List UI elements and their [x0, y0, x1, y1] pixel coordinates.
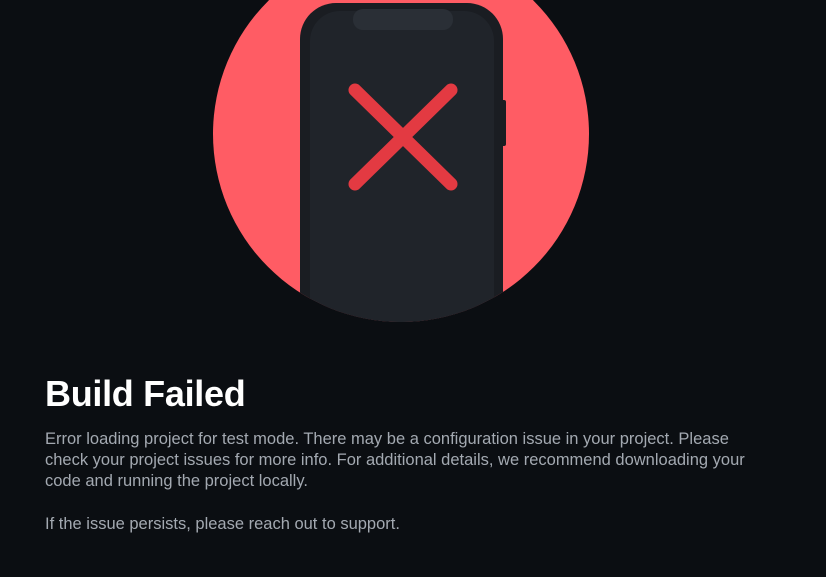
phone-error-icon [213, 0, 589, 322]
error-message: Error loading project for test mode. The… [45, 430, 745, 490]
support-message: If the issue persists, please reach out … [45, 515, 400, 533]
phone-icon [300, 3, 506, 322]
page-title: Build Failed [45, 373, 246, 414]
phone-error-illustration [0, 0, 826, 330]
